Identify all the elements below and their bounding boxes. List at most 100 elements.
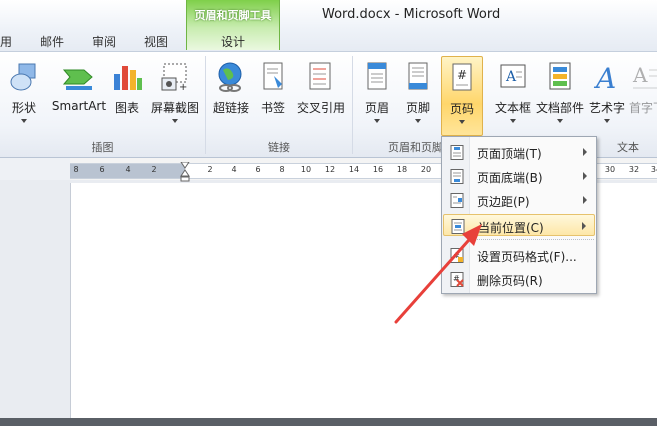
wordart-label: 艺术字 (588, 101, 625, 115)
text-box-button[interactable]: A 文本框 (493, 56, 533, 132)
ruler-tick: 2 (207, 165, 213, 174)
footer-label: 页脚 (405, 101, 430, 115)
page-margins-icon (450, 193, 464, 208)
dropdown-arrow-icon (415, 119, 421, 123)
drop-cap-icon: A (632, 63, 657, 89)
ruler-tick: 16 (372, 165, 384, 174)
header-label: 页眉 (364, 101, 389, 115)
dropdown-arrow-icon (459, 120, 465, 124)
page-number-label: 页码 (449, 102, 474, 116)
submenu-arrow-icon (583, 172, 587, 180)
ruler-tick: 18 (396, 165, 408, 174)
menu-item-bottom-of-page[interactable]: 页面底端(B) (443, 165, 595, 187)
dropdown-arrow-icon (374, 119, 380, 123)
svg-text:#: # (457, 68, 467, 82)
svg-text:A: A (505, 69, 517, 85)
tab-view[interactable]: 视图 (144, 33, 168, 50)
dropdown-arrow-icon (557, 119, 563, 123)
chart-button[interactable]: 图表 (108, 56, 146, 132)
window-title: Word.docx - Microsoft Word (322, 7, 501, 22)
title-bar: Word.docx - Microsoft Word (0, 0, 657, 30)
menu-item-label: 页面顶端(T) (477, 147, 542, 161)
bottom-of-page-icon (450, 169, 464, 184)
quick-parts-label: 文档部件 (535, 101, 584, 115)
dropdown-arrow-icon (604, 119, 610, 123)
header-footer-tools-group: 页眉和页脚工具 设计 (186, 0, 280, 50)
ruler-tick: 30 (604, 165, 616, 174)
ruler-tick: 4 (125, 165, 131, 174)
group-divider (352, 56, 353, 154)
menu-item-label: 页边距(P) (477, 195, 530, 209)
drop-cap-label: 首字下 (629, 101, 657, 115)
cross-reference-label: 交叉引用 (296, 101, 345, 115)
header-footer-group-label: 页眉和页脚 (388, 141, 443, 154)
menu-item-label: 页面底端(B) (477, 171, 543, 185)
tab-partial[interactable]: 用 (0, 33, 12, 50)
wordart-button[interactable]: A 艺术字 (587, 56, 627, 132)
ruler-tick: 4 (231, 165, 237, 174)
shapes-button[interactable]: 形状 (0, 56, 50, 132)
chart-icon (114, 66, 142, 90)
svg-text:A: A (632, 63, 648, 87)
menu-item-label: 设置页码格式(F)... (477, 250, 577, 264)
hyperlink-button[interactable]: 超链接 (208, 56, 254, 132)
indent-marker-icon[interactable] (180, 162, 190, 182)
ruler-tick: 14 (348, 165, 360, 174)
bookmark-icon (263, 62, 283, 90)
menu-item-page-margins[interactable]: 页边距(P) (443, 189, 595, 211)
screenshot-label: 屏幕截图 (150, 101, 199, 115)
smartart-label: SmartArt (51, 99, 107, 113)
text-box-icon: A (500, 64, 526, 88)
bookmark-button[interactable]: 书签 (256, 56, 290, 132)
dropdown-arrow-icon (172, 119, 178, 123)
svg-text:A: A (593, 62, 616, 94)
smartart-button[interactable]: SmartArt (50, 56, 108, 132)
annotation-arrow-icon (394, 224, 482, 324)
page-number-button[interactable]: # 页码 (441, 56, 483, 136)
submenu-arrow-icon (583, 196, 587, 204)
ruler-tick: 20 (420, 165, 432, 174)
ruler-tick: 34 (650, 165, 657, 174)
tab-review[interactable]: 审阅 (92, 33, 116, 50)
cross-reference-button[interactable]: 交叉引用 (292, 56, 350, 132)
screenshot-icon: + (161, 63, 187, 93)
smartart-icon (62, 69, 93, 90)
header-button[interactable]: 页眉 (358, 56, 396, 132)
page-number-icon: # (452, 63, 472, 91)
shapes-icon (10, 63, 36, 91)
hyperlink-label: 超链接 (212, 101, 249, 115)
footer-icon (408, 62, 428, 90)
ruler-tick: 8 (279, 165, 285, 174)
shapes-label: 形状 (11, 101, 36, 115)
annotation-arrow-line (394, 230, 478, 324)
quick-parts-icon (549, 62, 571, 90)
ruler-tick: 6 (99, 165, 105, 174)
text-group-label: 文本 (617, 141, 639, 154)
submenu-arrow-icon (582, 222, 586, 230)
chart-label: 图表 (114, 101, 139, 115)
ruler-tick: 8 (73, 165, 79, 174)
menu-separator (474, 239, 594, 240)
context-group-label: 页眉和页脚工具 (194, 9, 272, 22)
drop-cap-button[interactable]: A 首字下 (629, 56, 657, 132)
tab-mailings[interactable]: 邮件 (40, 33, 64, 50)
ruler-tick: 2 (151, 165, 157, 174)
hyperlink-icon (218, 62, 242, 92)
header-icon (367, 62, 387, 90)
ruler-tick: 32 (628, 165, 640, 174)
top-of-page-icon (450, 145, 464, 160)
footer-button[interactable]: 页脚 (398, 56, 438, 132)
dropdown-arrow-icon (510, 119, 516, 123)
submenu-arrow-icon (583, 148, 587, 156)
text-box-label: 文本框 (494, 101, 531, 115)
menu-item-top-of-page[interactable]: 页面顶端(T) (443, 141, 595, 163)
cross-reference-icon (309, 62, 331, 90)
links-group-label: 链接 (268, 141, 290, 154)
ribbon-tab-row: 用 邮件 审阅 视图 (0, 30, 657, 52)
quick-parts-button[interactable]: 文档部件 (535, 56, 585, 132)
wordart-icon: A (593, 62, 616, 94)
bottom-scroll-bar[interactable] (0, 418, 657, 426)
tab-design[interactable]: 设计 (187, 33, 279, 50)
screenshot-button[interactable]: + 屏幕截图 (148, 56, 202, 132)
ruler-tick: 10 (300, 165, 312, 174)
